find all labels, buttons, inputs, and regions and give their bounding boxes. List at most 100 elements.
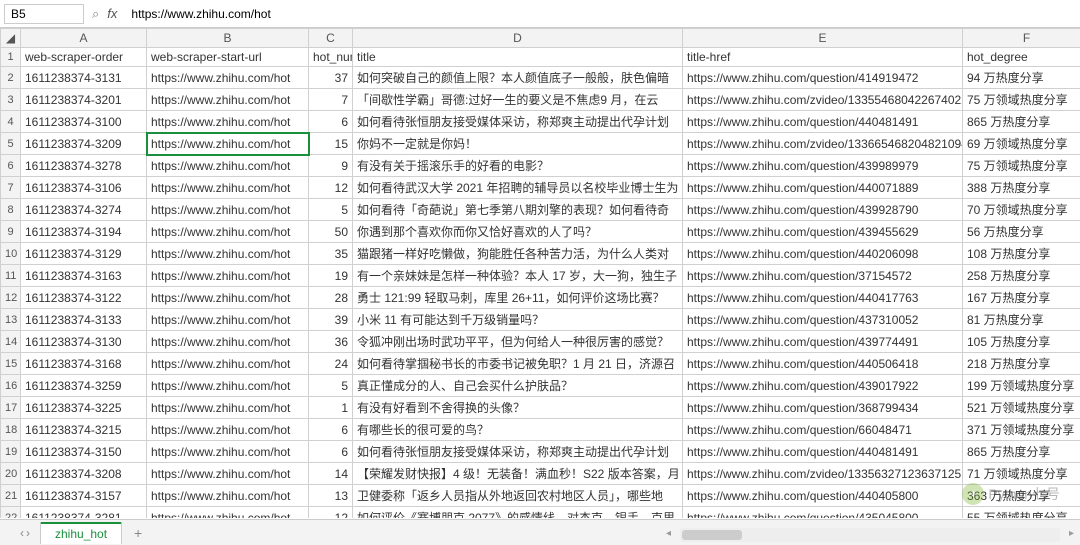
cell[interactable]: https://www.zhihu.com/hot	[147, 353, 309, 375]
row-header[interactable]: 22	[1, 507, 21, 519]
cell[interactable]: https://www.zhihu.com/hot	[147, 133, 309, 155]
cell[interactable]: 167 万热度分享	[963, 287, 1080, 309]
cell[interactable]: https://www.zhihu.com/question/37154572	[683, 265, 963, 287]
select-all-corner[interactable]: ◢	[1, 29, 21, 48]
row-header[interactable]: 7	[1, 177, 21, 199]
row-header[interactable]: 2	[1, 67, 21, 89]
tab-nav-arrows[interactable]: ‹ ›	[20, 526, 30, 540]
cell[interactable]: 如何看待张恒朋友接受媒体采访，称郑爽主动提出代孕计划	[353, 111, 683, 133]
cell[interactable]: title	[353, 48, 683, 67]
cell[interactable]: https://www.zhihu.com/question/440481491	[683, 441, 963, 463]
row-header[interactable]: 1	[1, 48, 21, 67]
cell[interactable]: 如何突破自己的颜值上限？本人颜值底子一般般，肤色偏暗	[353, 67, 683, 89]
cell[interactable]: 你妈不一定就是你妈！	[353, 133, 683, 155]
col-header-a[interactable]: A	[21, 29, 147, 48]
cell[interactable]: 令狐冲刚出场时武功平平，但为何给人一种很厉害的感觉？	[353, 331, 683, 353]
cell[interactable]: 24	[309, 353, 353, 375]
col-header-c[interactable]: C	[309, 29, 353, 48]
cell[interactable]: 108 万热度分享	[963, 243, 1080, 265]
cell[interactable]: 69 万领域热度分享	[963, 133, 1080, 155]
cell[interactable]: 105 万热度分享	[963, 331, 1080, 353]
cell[interactable]: https://www.zhihu.com/hot	[147, 463, 309, 485]
row-header[interactable]: 3	[1, 89, 21, 111]
cell[interactable]: 14	[309, 463, 353, 485]
cell[interactable]: 勇士 121:99 轻取马刺，库里 26+11，如何评价这场比赛？	[353, 287, 683, 309]
cell[interactable]: https://www.zhihu.com/hot	[147, 331, 309, 353]
cell[interactable]: 5	[309, 199, 353, 221]
cell[interactable]: https://www.zhihu.com/question/440481491	[683, 111, 963, 133]
cell[interactable]: https://www.zhihu.com/zvideo/13356327123…	[683, 463, 963, 485]
cell[interactable]: https://www.zhihu.com/hot	[147, 265, 309, 287]
cell[interactable]: 94 万热度分享	[963, 67, 1080, 89]
cell[interactable]: https://www.zhihu.com/question/437310052	[683, 309, 963, 331]
cell[interactable]: 卫健委称「返乡人员指从外地返回农村地区人员」，哪些地	[353, 485, 683, 507]
cell[interactable]: 你遇到那个喜欢你而你又恰好喜欢的人了吗？	[353, 221, 683, 243]
search-icon[interactable]: ⌕	[92, 6, 99, 22]
cell[interactable]: 1611238374-3168	[21, 353, 147, 375]
cell[interactable]: https://www.zhihu.com/question/66048471	[683, 419, 963, 441]
cell[interactable]: https://www.zhihu.com/hot	[147, 485, 309, 507]
col-header-e[interactable]: E	[683, 29, 963, 48]
scroll-right-icon[interactable]: ▸	[1069, 528, 1074, 539]
cell[interactable]: 28	[309, 287, 353, 309]
cell[interactable]: 1611238374-3278	[21, 155, 147, 177]
cell[interactable]: https://www.zhihu.com/question/439017922	[683, 375, 963, 397]
fx-icon[interactable]: fx	[107, 6, 117, 21]
cell[interactable]: 1611238374-3133	[21, 309, 147, 331]
cell[interactable]: 1611238374-3157	[21, 485, 147, 507]
cell[interactable]: title-href	[683, 48, 963, 67]
cell[interactable]: 35	[309, 243, 353, 265]
cell[interactable]: 865 万热度分享	[963, 441, 1080, 463]
spreadsheet-grid[interactable]: ◢ A B C D E F 1web-scraper-orderweb-scra…	[0, 28, 1080, 518]
cell[interactable]: https://www.zhihu.com/hot	[147, 221, 309, 243]
row-header[interactable]: 20	[1, 463, 21, 485]
cell[interactable]: 1611238374-3129	[21, 243, 147, 265]
cell[interactable]: 55 万领域热度分享	[963, 507, 1080, 519]
add-sheet-button[interactable]: +	[126, 525, 150, 541]
cell[interactable]: 1611238374-3100	[21, 111, 147, 133]
cell[interactable]: https://www.zhihu.com/hot	[147, 507, 309, 519]
cell[interactable]: 521 万领域热度分享	[963, 397, 1080, 419]
cell[interactable]: https://www.zhihu.com/hot	[147, 111, 309, 133]
cell[interactable]: 1	[309, 397, 353, 419]
cell[interactable]: 如何看待「奇葩说」第七季第八期刘擎的表现？如何看待奇	[353, 199, 683, 221]
cell[interactable]: 1611238374-3163	[21, 265, 147, 287]
cell[interactable]: 【荣耀发财快报】4 级！无装备！满血秒！S22 版本答案，月	[353, 463, 683, 485]
row-header[interactable]: 19	[1, 441, 21, 463]
row-header[interactable]: 10	[1, 243, 21, 265]
cell[interactable]: 36	[309, 331, 353, 353]
row-header[interactable]: 17	[1, 397, 21, 419]
row-header[interactable]: 16	[1, 375, 21, 397]
cell[interactable]: 218 万热度分享	[963, 353, 1080, 375]
cell[interactable]: 如何评价《赛博朋克 2077》的感情线，对杰克、银手、克里	[353, 507, 683, 519]
cell[interactable]: 1611238374-3215	[21, 419, 147, 441]
row-header[interactable]: 6	[1, 155, 21, 177]
cell[interactable]: 6	[309, 441, 353, 463]
cell[interactable]: https://www.zhihu.com/hot	[147, 199, 309, 221]
cell[interactable]: https://www.zhihu.com/hot	[147, 67, 309, 89]
cell[interactable]: 1611238374-3122	[21, 287, 147, 309]
sheet-tab-active[interactable]: zhihu_hot	[40, 522, 122, 544]
row-header[interactable]: 8	[1, 199, 21, 221]
cell[interactable]: 1611238374-3208	[21, 463, 147, 485]
cell[interactable]: https://www.zhihu.com/question/414919472	[683, 67, 963, 89]
cell[interactable]: https://www.zhihu.com/hot	[147, 309, 309, 331]
cell[interactable]: https://www.zhihu.com/hot	[147, 89, 309, 111]
cell[interactable]: https://www.zhihu.com/question/440071889	[683, 177, 963, 199]
cell[interactable]: 75 万领域热度分享	[963, 89, 1080, 111]
chevron-left-icon[interactable]: ‹	[20, 526, 24, 540]
cell[interactable]: 50	[309, 221, 353, 243]
col-header-d[interactable]: D	[353, 29, 683, 48]
cell[interactable]: https://www.zhihu.com/question/368799434	[683, 397, 963, 419]
cell[interactable]: 真正懂成分的人、自己会买什么护肤品？	[353, 375, 683, 397]
cell[interactable]: 1611238374-3225	[21, 397, 147, 419]
cell[interactable]: https://www.zhihu.com/question/440405800	[683, 485, 963, 507]
scroll-left-icon[interactable]: ◂	[666, 528, 671, 539]
cell[interactable]: 5	[309, 375, 353, 397]
cell[interactable]: 1611238374-3281	[21, 507, 147, 519]
cell[interactable]: https://www.zhihu.com/zvideo/13366546820…	[683, 133, 963, 155]
cell[interactable]: 「间歇性学霸」哥德:过好一生的要义是不焦虑9 月，在云	[353, 89, 683, 111]
cell[interactable]: web-scraper-order	[21, 48, 147, 67]
cell[interactable]: 371 万领域热度分享	[963, 419, 1080, 441]
cell[interactable]: 1611238374-3209	[21, 133, 147, 155]
